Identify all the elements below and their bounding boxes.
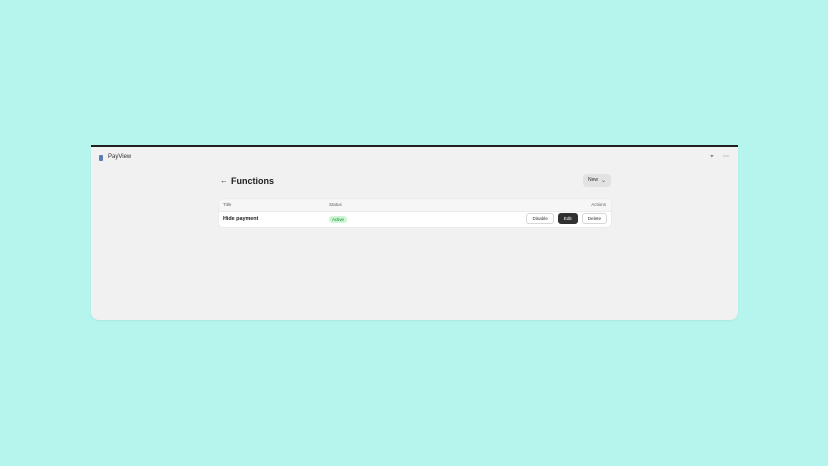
- status-badge: Active: [329, 216, 347, 223]
- functions-table: Title Status Actions Hide payment Active…: [219, 199, 611, 227]
- column-actions: Actions: [591, 202, 606, 207]
- row-actions: Disable Edit Delete: [526, 213, 607, 224]
- chevron-down-icon: ⌄: [600, 177, 606, 184]
- pin-icon[interactable]: ⌖: [708, 153, 716, 161]
- more-icon[interactable]: ⋯: [722, 153, 730, 161]
- table-header: Title Status Actions: [219, 199, 611, 212]
- new-button[interactable]: New ⌄: [582, 174, 611, 187]
- arrow-left-icon: ←: [220, 176, 228, 185]
- table-row: Hide payment Active Disable Edit Delete: [219, 212, 611, 227]
- app-title: PayView: [108, 154, 132, 160]
- app-icon: [99, 155, 103, 161]
- column-status: Status: [329, 202, 342, 207]
- page-header: ← Functions New ⌄: [219, 174, 611, 189]
- function-title: Hide payment: [223, 216, 259, 222]
- edit-button[interactable]: Edit: [557, 213, 578, 224]
- page-title: Functions: [231, 176, 274, 186]
- column-title: Title: [223, 202, 232, 207]
- disable-button[interactable]: Disable: [526, 213, 554, 224]
- new-button-label: New: [587, 177, 598, 183]
- delete-button[interactable]: Delete: [581, 213, 607, 224]
- app-window: PayView ⌖ ⋯ ← Functions New ⌄ Title Stat…: [91, 145, 738, 320]
- titlebar-actions: ⌖ ⋯: [708, 153, 730, 161]
- back-button[interactable]: ←: [220, 177, 228, 185]
- titlebar: PayView ⌖ ⋯: [91, 147, 738, 165]
